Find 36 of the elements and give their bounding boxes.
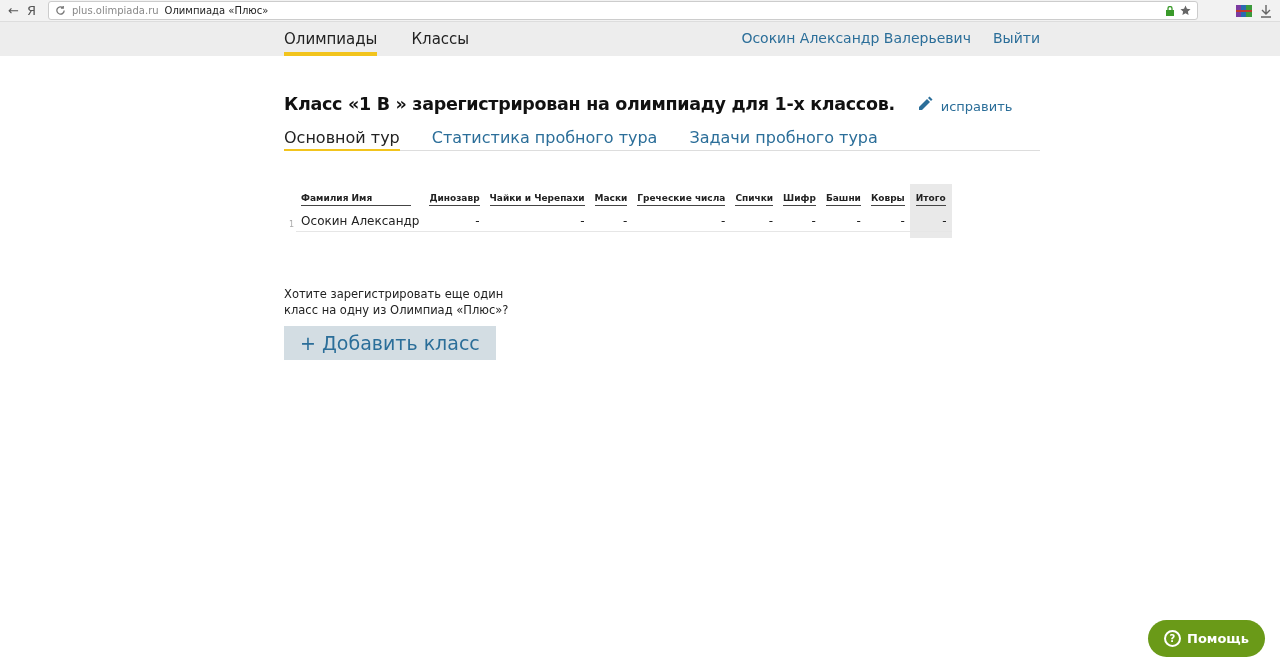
column-header[interactable]: Фамилия Имя bbox=[301, 193, 412, 206]
table-cell: Осокин Александр bbox=[301, 214, 420, 228]
back-button[interactable]: ← bbox=[8, 3, 19, 18]
column-header[interactable]: Спички bbox=[735, 193, 774, 206]
table-cell: - bbox=[942, 214, 947, 228]
add-class-button[interactable]: + Добавить класс bbox=[284, 326, 496, 360]
table-cell: - bbox=[768, 214, 774, 228]
nav-tab[interactable]: Олимпиады bbox=[284, 22, 378, 56]
user-name-link[interactable]: Осокин Александр Валерьевич bbox=[741, 22, 971, 56]
table-cell: - bbox=[623, 214, 628, 228]
address-bar[interactable]: plus.olimpiada.ru Олимпиада «Плюс» bbox=[47, 1, 1198, 20]
column-header[interactable]: Динозавр bbox=[429, 193, 480, 206]
column-header[interactable]: Шифр bbox=[783, 193, 816, 206]
tab[interactable]: Основной тур bbox=[284, 128, 400, 151]
tab[interactable]: Статистика пробного тура bbox=[431, 128, 658, 151]
table-cell: - bbox=[811, 214, 816, 228]
page-heading: Класс «1 В » зарегистрирован на олимпиаду для 1-х классов. bbox=[284, 94, 895, 114]
column-header[interactable]: Чайки и Черепахи bbox=[489, 193, 585, 206]
register-prompt: Хотите зарегистрировать еще один класс на одну из Олимпиад «Плюс»? bbox=[284, 286, 510, 318]
tab[interactable]: Задачи пробного тура bbox=[689, 128, 878, 151]
logout-link[interactable]: Выйти bbox=[993, 22, 1040, 56]
url-text: plus.olimpiada.ru bbox=[71, 5, 159, 16]
table-cell: - bbox=[721, 214, 726, 228]
table-cell: - bbox=[856, 214, 861, 228]
nav-tab[interactable]: Классы bbox=[411, 22, 470, 56]
column-header[interactable]: Башни bbox=[825, 193, 861, 206]
table-cell: - bbox=[580, 214, 585, 228]
table-cell: - bbox=[475, 214, 480, 228]
table-cell: - bbox=[900, 214, 905, 228]
column-header[interactable]: Ковры bbox=[870, 193, 905, 206]
column-header[interactable]: Маски bbox=[594, 193, 628, 206]
column-header[interactable]: Греческие числа bbox=[637, 193, 726, 206]
edit-link[interactable]: исправить bbox=[940, 98, 1013, 114]
browser-logo[interactable]: Я bbox=[26, 3, 36, 18]
page-title: Олимпиада «Плюс» bbox=[164, 5, 269, 16]
row-number: 1 bbox=[289, 219, 295, 229]
